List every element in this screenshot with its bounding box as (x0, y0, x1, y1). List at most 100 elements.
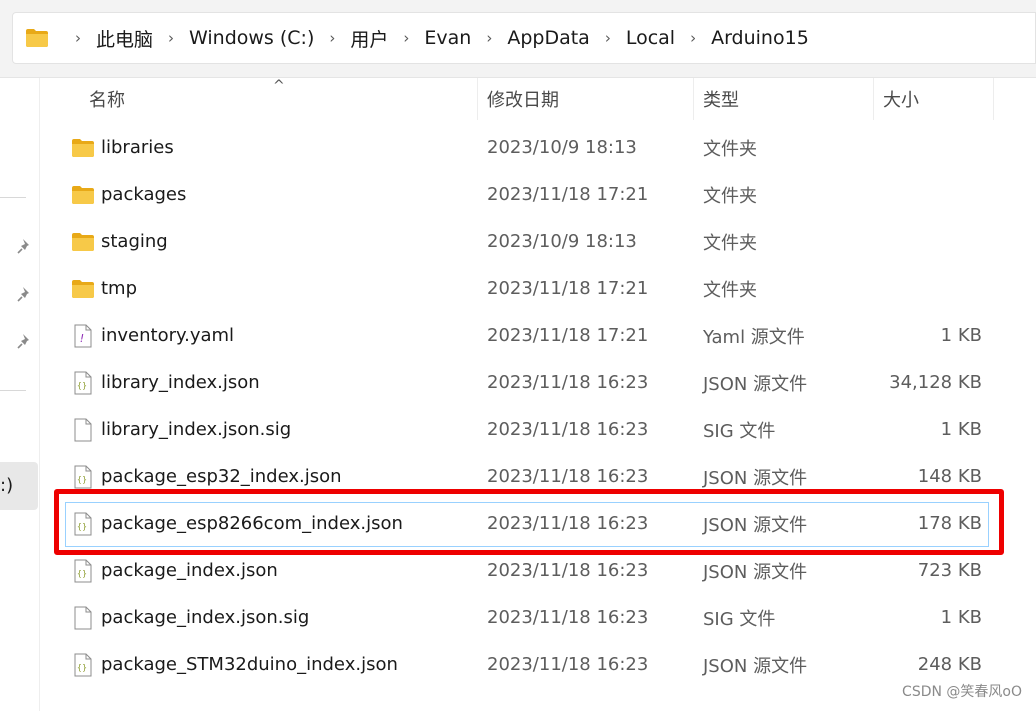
folder-icon (26, 29, 48, 47)
folder-icon (71, 183, 95, 207)
file-name: package_index.json.sig (101, 607, 310, 628)
breadcrumb: › 此电脑 › Windows (C:) › 用户 › Evan › AppData › Local ›… (63, 25, 812, 52)
file-name: tmp (101, 278, 138, 299)
svg-text:!: ! (80, 332, 84, 345)
svg-text:{}: {} (77, 663, 87, 672)
file-date: 2023/11/18 16:23 (487, 419, 649, 440)
file-list: libraries 2023/10/9 18:13 文件夹 packages 2023/… (41, 124, 1036, 688)
file-date: 2023/10/9 18:13 (487, 231, 637, 252)
yaml-file-icon: ! (71, 324, 95, 348)
svg-text:{}: {} (77, 475, 87, 484)
file-name: package_STM32duino_index.json (101, 654, 398, 675)
file-size: 148 KB (917, 466, 982, 487)
pin-icon[interactable] (17, 286, 33, 302)
file-row[interactable]: tmp 2023/11/18 17:21 文件夹 (41, 265, 1036, 312)
nav-divider (0, 390, 26, 391)
file-name: package_esp32_index.json (101, 466, 342, 487)
file-type: JSON 源文件 (703, 655, 808, 677)
file-size: 34,128 KB (889, 372, 982, 393)
file-name: staging (101, 231, 168, 252)
pin-icon[interactable] (17, 238, 33, 254)
file-size: 723 KB (917, 560, 982, 581)
json-file-icon: {} (71, 559, 95, 583)
file-name: inventory.yaml (101, 325, 235, 346)
column-type-label: 类型 (703, 90, 739, 111)
breadcrumb-item[interactable]: Local (623, 27, 678, 49)
address-bar-area: › 此电脑 › Windows (C:) › 用户 › Evan › AppData › Local ›… (0, 0, 1036, 78)
json-file-icon: {} (71, 371, 95, 395)
column-header-date[interactable]: 修改日期 (478, 78, 694, 120)
breadcrumb-item[interactable]: 用户 (347, 25, 391, 52)
file-date: 2023/11/18 17:21 (487, 278, 649, 299)
file-type: 文件夹 (703, 232, 757, 254)
file-row[interactable]: libraries 2023/10/9 18:13 文件夹 (41, 124, 1036, 171)
file-size: 1 KB (940, 325, 982, 346)
file-date: 2023/10/9 18:13 (487, 137, 637, 158)
watermark: CSDN @笑春风oO (902, 684, 1022, 700)
file-date: 2023/11/18 17:21 (487, 325, 649, 346)
file-type: 文件夹 (703, 138, 757, 160)
file-name: library_index.json.sig (101, 419, 292, 440)
column-header: 名称 ^ 修改日期 类型 大小 (41, 78, 1036, 120)
file-name: library_index.json (101, 372, 260, 393)
file-name: package_index.json (101, 560, 278, 581)
breadcrumb-item[interactable]: Evan (421, 27, 474, 49)
chevron-right-icon[interactable]: › (678, 29, 708, 47)
chevron-right-icon[interactable]: › (593, 29, 623, 47)
file-date: 2023/11/18 16:23 (487, 560, 649, 581)
file-date: 2023/11/18 16:23 (487, 607, 649, 628)
breadcrumb-item[interactable]: Arduino15 (708, 27, 812, 49)
column-header-type[interactable]: 类型 (694, 78, 874, 120)
file-type: JSON 源文件 (703, 467, 808, 489)
breadcrumb-item[interactable]: 此电脑 (93, 25, 156, 52)
file-date: 2023/11/18 16:23 (487, 654, 649, 675)
file-type: 文件夹 (703, 279, 757, 301)
file-row[interactable]: library_index.json.sig 2023/11/18 16:23 SI… (41, 406, 1036, 453)
column-header-size[interactable]: 大小 (874, 78, 994, 120)
nav-item-selected-label: :) (0, 475, 14, 496)
chevron-right-icon[interactable]: › (317, 29, 347, 47)
pin-icon[interactable] (17, 333, 33, 349)
svg-text:{}: {} (77, 381, 87, 390)
file-type: 文件夹 (703, 185, 757, 207)
file-row[interactable]: package_index.json.sig 2023/11/18 16:23 SI… (41, 594, 1036, 641)
chevron-right-icon[interactable]: › (63, 29, 93, 47)
folder-icon (71, 136, 95, 160)
breadcrumb-item[interactable]: Windows (C:) (186, 27, 317, 49)
file-date: 2023/11/18 16:23 (487, 372, 649, 393)
file-size: 1 KB (940, 607, 982, 628)
address-bar[interactable]: › 此电脑 › Windows (C:) › 用户 › Evan › AppData › Local ›… (12, 12, 1036, 64)
file-row[interactable]: ! inventory.yaml 2023/11/18 17:21 Yaml 源文件 1… (41, 312, 1036, 359)
folder-icon (71, 230, 95, 254)
navigation-pane: :) (0, 78, 40, 711)
file-row[interactable]: packages 2023/11/18 17:21 文件夹 (41, 171, 1036, 218)
breadcrumb-item[interactable]: AppData (504, 27, 593, 49)
file-size: 1 KB (940, 419, 982, 440)
file-type: SIG 文件 (703, 420, 776, 442)
chevron-right-icon[interactable]: › (391, 29, 421, 47)
chevron-right-icon[interactable]: › (474, 29, 504, 47)
file-row[interactable]: staging 2023/10/9 18:13 文件夹 (41, 218, 1036, 265)
file-type: JSON 源文件 (703, 373, 808, 395)
file-type: Yaml 源文件 (703, 326, 805, 348)
sort-ascending-icon: ^ (273, 78, 285, 94)
file-name: packages (101, 184, 187, 205)
column-name-label: 名称 (89, 90, 125, 111)
blank-file-icon (71, 418, 95, 442)
column-header-name[interactable]: 名称 ^ (41, 78, 478, 120)
svg-text:{}: {} (77, 569, 87, 578)
file-row[interactable]: {} package_STM32duino_index.json 2023/11/1… (41, 641, 1036, 688)
file-date: 2023/11/18 17:21 (487, 184, 649, 205)
json-file-icon: {} (71, 653, 95, 677)
file-name: libraries (101, 137, 174, 158)
chevron-right-icon[interactable]: › (156, 29, 186, 47)
file-type: JSON 源文件 (703, 561, 808, 583)
column-size-label: 大小 (883, 90, 919, 111)
folder-icon (71, 277, 95, 301)
file-row[interactable]: {} library_index.json 2023/11/18 16:23 JSON… (41, 359, 1036, 406)
file-date: 2023/11/18 16:23 (487, 466, 649, 487)
blank-file-icon (71, 606, 95, 630)
highlight-box (54, 489, 1004, 555)
nav-divider (0, 197, 26, 198)
file-type: SIG 文件 (703, 608, 776, 630)
